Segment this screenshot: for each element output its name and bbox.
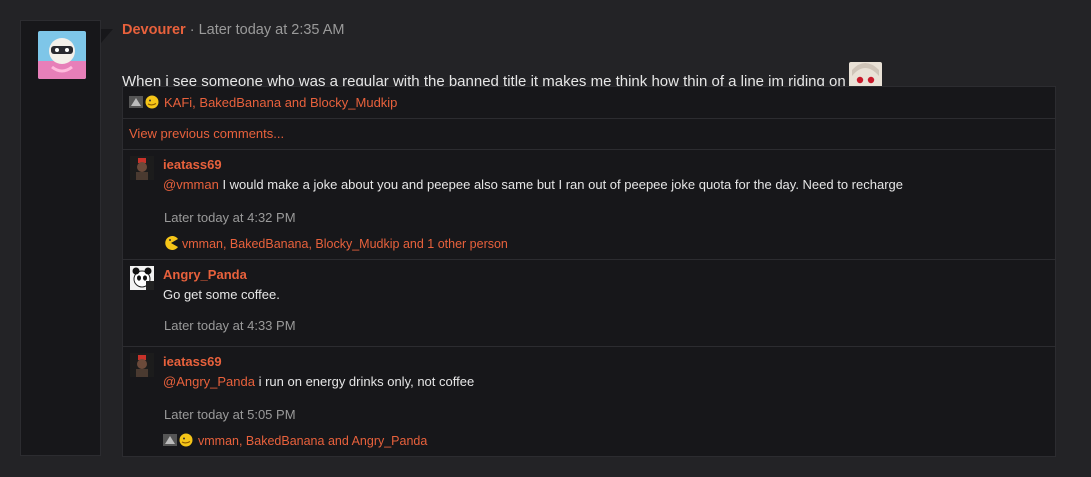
post-reactions-row[interactable]: KAFi, BakedBanana and Blocky_Mudkip (123, 87, 1055, 119)
comment-author[interactable]: ieatass69 (163, 157, 222, 172)
poster-column (20, 20, 101, 456)
comment-avatar[interactable] (130, 266, 154, 290)
mention-link[interactable]: @Angry_Panda (163, 374, 255, 389)
avatar[interactable] (38, 31, 86, 79)
comment-body: @vmman I would make a joke about you and… (163, 177, 903, 192)
reaction-icons (129, 95, 161, 112)
comment-avatar[interactable] (130, 156, 154, 180)
mention-link[interactable]: @vmman (163, 177, 219, 192)
comment-timestamp[interactable]: Later today at 4:33 PM (164, 318, 296, 333)
comment-item: Angry_Panda Go get some coffee. Later to… (123, 259, 1055, 347)
comment-reactions[interactable]: vmman, BakedBanana, Blocky_Mudkip and 1 … (163, 236, 508, 253)
view-previous-comments-link[interactable]: View previous comments... (129, 126, 284, 141)
comment-reactions-text[interactable]: vmman, BakedBanana, Blocky_Mudkip and 1 … (182, 237, 508, 251)
view-previous-row: View previous comments... (123, 118, 1055, 150)
comments-panel: KAFi, BakedBanana and Blocky_Mudkip View… (122, 86, 1056, 457)
comment-avatar[interactable] (130, 353, 154, 377)
reaction-icons (163, 433, 195, 450)
comment-text: Go get some coffee. (163, 287, 280, 302)
comment-author[interactable]: ieatass69 (163, 354, 222, 369)
comment-timestamp[interactable]: Later today at 4:32 PM (164, 210, 296, 225)
post-author[interactable]: Devourer (122, 22, 186, 38)
comment-text: i run on energy drinks only, not coffee (254, 374, 475, 389)
comment-timestamp[interactable]: Later today at 5:05 PM (164, 407, 296, 422)
post-timestamp[interactable]: Later today at 2:35 AM (199, 22, 345, 38)
comment-reactions[interactable]: vmman, BakedBanana and Angry_Panda (163, 433, 427, 450)
post-reactions-text[interactable]: KAFi, BakedBanana and Blocky_Mudkip (164, 95, 397, 110)
comment-text: I would make a joke about you and peepee… (218, 177, 903, 192)
comment-body: @Angry_Panda i run on energy drinks only… (163, 374, 474, 389)
comment-reactions-text[interactable]: vmman, BakedBanana and Angry_Panda (198, 434, 427, 448)
comment-author[interactable]: Angry_Panda (163, 267, 247, 282)
post-header: Devourer · Later today at 2:35 AM (122, 22, 344, 38)
comment-body: Go get some coffee. (163, 287, 280, 302)
reaction-icons (163, 236, 179, 253)
comment-item: ieatass69 @vmman I would make a joke abo… (123, 149, 1055, 260)
speech-arrow (101, 29, 113, 43)
comment-item: ieatass69 @Angry_Panda i run on energy d… (123, 346, 1055, 456)
separator: · (185, 22, 199, 38)
